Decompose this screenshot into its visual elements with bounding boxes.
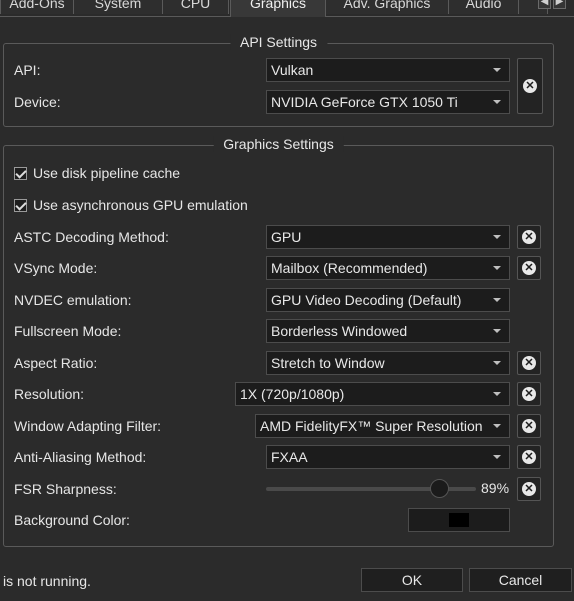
filter-value: AMD FidelityFX™ Super Resolution	[260, 418, 483, 434]
nvdec-select[interactable]: GPU Video Decoding (Default)	[266, 288, 510, 312]
close-icon: ✕	[522, 261, 536, 275]
fullscreen-select[interactable]: Borderless Windowed	[266, 319, 510, 343]
aa-value: FXAA	[271, 449, 308, 465]
aspect-value: Stretch to Window	[271, 355, 385, 371]
graphics-settings-title: Graphics Settings	[213, 136, 344, 152]
tab-system[interactable]: System	[73, 0, 163, 14]
vsync-select[interactable]: Mailbox (Recommended)	[266, 256, 510, 280]
tab-scroll-left-icon[interactable]: ◀	[538, 0, 551, 9]
settings-window: Add-Ons System CPU Graphics Adv. Graphic…	[0, 0, 574, 601]
vsync-label: VSync Mode:	[14, 260, 98, 276]
astc-label: ASTC Decoding Method:	[14, 229, 169, 245]
tab-graphics[interactable]: Graphics	[230, 0, 326, 17]
tab-label: Adv. Graphics	[343, 0, 431, 11]
tab-cpu[interactable]: CPU	[162, 0, 229, 14]
device-label: Device:	[14, 94, 61, 110]
close-icon: ✕	[522, 450, 536, 464]
fullscreen-value: Borderless Windowed	[271, 323, 408, 339]
close-icon: ✕	[522, 387, 536, 401]
tab-label: CPU	[180, 0, 211, 11]
astc-value: GPU	[271, 229, 302, 245]
vsync-reset-button[interactable]: ✕	[517, 256, 541, 280]
chevron-down-icon	[493, 68, 501, 72]
filter-reset-button[interactable]: ✕	[517, 414, 541, 438]
aspect-reset-button[interactable]: ✕	[517, 351, 541, 375]
tab-adv-graphics[interactable]: Adv. Graphics	[325, 0, 449, 14]
tab-label: System	[94, 0, 142, 11]
api-settings-title: API Settings	[229, 34, 328, 50]
aa-label: Anti-Aliasing Method:	[14, 449, 147, 465]
bg-color-button[interactable]	[408, 508, 510, 532]
fsr-value: 89%	[481, 480, 510, 496]
resolution-label: Resolution:	[14, 386, 85, 402]
close-icon: ✕	[522, 482, 536, 496]
filter-label: Window Adapting Filter:	[14, 418, 162, 434]
tab-bar: Add-Ons System CPU Graphics Adv. Graphic…	[0, 0, 574, 17]
disk-pipeline-cache-checkbox[interactable]	[14, 166, 27, 180]
chevron-down-icon	[493, 455, 501, 459]
device-value: NVIDIA GeForce GTX 1050 Ti	[271, 94, 458, 110]
cancel-button[interactable]: Cancel	[469, 568, 572, 592]
tab-scroll-right-icon[interactable]: ▶	[553, 0, 566, 9]
disk-pipeline-cache-label: Use disk pipeline cache	[33, 165, 181, 181]
nvdec-label: NVDEC emulation:	[14, 292, 132, 308]
tab-label: Add-Ons	[9, 0, 65, 11]
aa-select[interactable]: FXAA	[266, 445, 510, 469]
tab-label: Graphics	[249, 0, 307, 11]
tab-scroll-arrows: ◀ ▶	[538, 0, 568, 10]
api-label: API:	[14, 62, 41, 78]
tab-add-ons[interactable]: Add-Ons	[0, 0, 74, 14]
astc-reset-button[interactable]: ✕	[517, 225, 541, 249]
close-icon: ✕	[522, 356, 536, 370]
async-gpu-label: Use asynchronous GPU emulation	[33, 197, 248, 213]
aspect-select[interactable]: Stretch to Window	[266, 351, 510, 375]
api-settings-group: API Settings	[3, 34, 554, 127]
api-select[interactable]: Vulkan	[266, 58, 510, 82]
tab-audio[interactable]: Audio	[448, 0, 519, 14]
api-value: Vulkan	[271, 62, 314, 78]
vsync-value: Mailbox (Recommended)	[271, 260, 428, 276]
chevron-down-icon	[493, 424, 501, 428]
chevron-down-icon	[493, 235, 501, 239]
chevron-down-icon	[493, 361, 501, 365]
device-select[interactable]: NVIDIA GeForce GTX 1050 Ti	[266, 90, 510, 114]
chevron-down-icon	[493, 100, 501, 104]
fsr-label: FSR Sharpness:	[14, 481, 117, 497]
bg-color-label: Background Color:	[14, 512, 130, 528]
resolution-reset-button[interactable]: ✕	[517, 382, 541, 406]
close-icon: ✕	[522, 230, 536, 244]
resolution-value: 1X (720p/1080p)	[240, 386, 345, 402]
fullscreen-label: Fullscreen Mode:	[14, 323, 122, 339]
aa-reset-button[interactable]: ✕	[517, 445, 541, 469]
close-icon: ✕	[522, 419, 536, 433]
bg-color-swatch	[449, 513, 469, 527]
chevron-down-icon	[493, 329, 501, 333]
chevron-down-icon	[493, 392, 501, 396]
chevron-down-icon	[493, 298, 501, 302]
nvdec-value: GPU Video Decoding (Default)	[271, 292, 462, 308]
chevron-down-icon	[493, 266, 501, 270]
disk-pipeline-cache-row[interactable]: Use disk pipeline cache	[14, 165, 180, 181]
ok-button[interactable]: OK	[361, 568, 463, 592]
filter-select[interactable]: AMD FidelityFX™ Super Resolution	[255, 414, 510, 438]
close-icon: ✕	[523, 79, 537, 93]
fsr-slider-handle[interactable]	[429, 479, 449, 498]
fsr-reset-button[interactable]: ✕	[517, 477, 541, 501]
resolution-select[interactable]: 1X (720p/1080p)	[235, 382, 510, 406]
async-gpu-row[interactable]: Use asynchronous GPU emulation	[14, 197, 248, 213]
status-text: is not running.	[3, 573, 91, 589]
aspect-label: Aspect Ratio:	[14, 355, 98, 371]
async-gpu-checkbox[interactable]	[14, 198, 27, 212]
api-reset-button[interactable]: ✕	[517, 58, 543, 114]
tab-label: Audio	[465, 0, 502, 11]
astc-select[interactable]: GPU	[266, 225, 510, 249]
